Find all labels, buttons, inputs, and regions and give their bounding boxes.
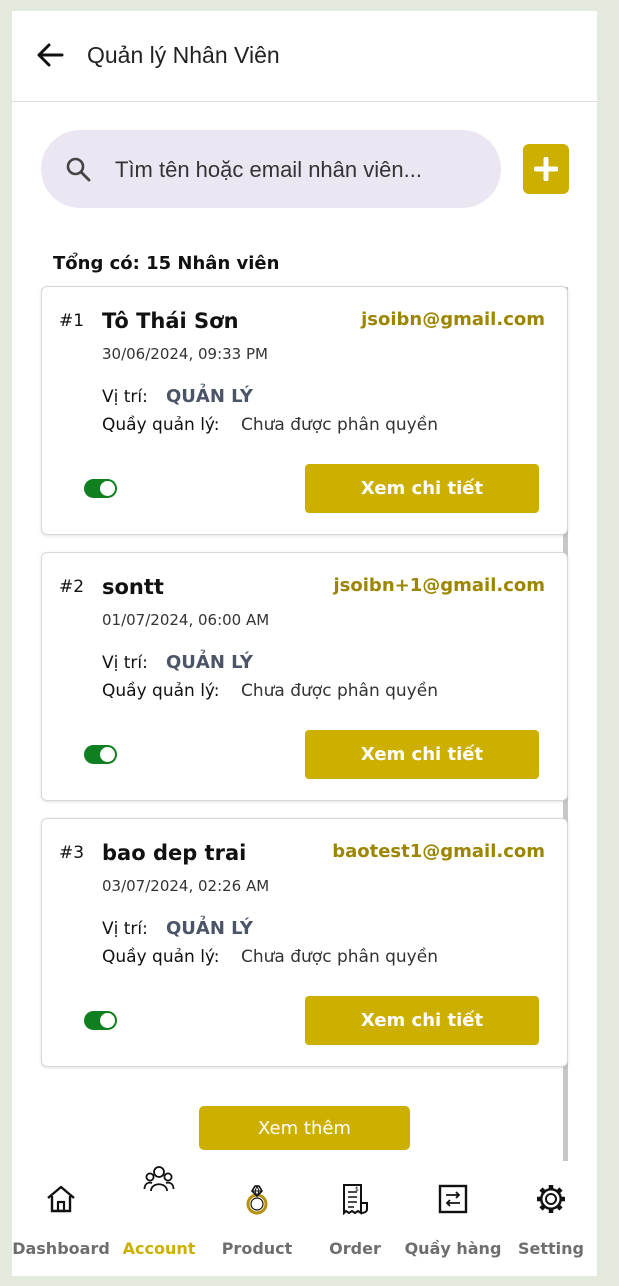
employee-name: sontt	[102, 575, 164, 599]
toggle-knob	[100, 481, 115, 496]
view-detail-button[interactable]: Xem chi tiết	[305, 730, 539, 779]
employee-role: QUẢN LÝ	[166, 386, 253, 407]
employee-card: #2 sontt jsoibn+1@gmail.com 01/07/2024, 06:…	[41, 552, 568, 801]
app-window: Quản lý Nhân Viên Tổng có: 15 Nhân viên …	[12, 11, 597, 1276]
users-icon	[143, 1166, 175, 1192]
employee-index: #3	[59, 843, 85, 863]
active-toggle[interactable]	[84, 745, 117, 764]
toggle-knob	[100, 1013, 115, 1028]
counter-label: Quầy quản lý:	[102, 681, 220, 701]
view-detail-button[interactable]: Xem chi tiết	[305, 464, 539, 513]
employee-created-date: 01/07/2024, 06:00 AM	[102, 611, 270, 629]
nav-item-setting[interactable]: Setting	[502, 1161, 597, 1276]
search-bar[interactable]	[41, 130, 501, 208]
counter-icon	[438, 1184, 468, 1214]
toggle-knob	[100, 747, 115, 762]
role-label: Vị trí:	[102, 387, 148, 407]
nav-item-counter[interactable]: Quầy hàng	[404, 1161, 502, 1276]
receipt-icon: $	[343, 1184, 368, 1215]
gear-icon	[537, 1185, 565, 1213]
search-input[interactable]	[113, 148, 487, 192]
bottom-navigation: Dashboard Account Product $ Order Quầy h…	[12, 1161, 597, 1276]
load-more-button[interactable]: Xem thêm	[199, 1106, 410, 1150]
role-label: Vị trí:	[102, 919, 148, 939]
add-employee-button[interactable]	[523, 144, 569, 194]
employee-role: QUẢN LÝ	[166, 652, 253, 673]
nav-item-account[interactable]: Account	[110, 1161, 208, 1276]
counter-label: Quầy quản lý:	[102, 947, 220, 967]
employee-index: #2	[59, 577, 85, 597]
counter-label: Quầy quản lý:	[102, 415, 220, 435]
svg-text:$: $	[355, 1186, 359, 1193]
employee-card: #3 bao dep trai baotest1@gmail.com 03/07/20…	[41, 818, 568, 1067]
active-toggle[interactable]	[84, 1011, 117, 1030]
employee-count: Tổng có: 15 Nhân viên	[53, 253, 280, 274]
header: Quản lý Nhân Viên	[12, 11, 597, 102]
employee-email[interactable]: jsoibn+1@gmail.com	[334, 575, 545, 596]
plus-icon	[534, 157, 558, 181]
employee-list: #1 Tô Thái Sơn jsoibn@gmail.com 30/06/2024,…	[12, 281, 597, 1176]
nav-item-product[interactable]: Product	[208, 1161, 306, 1276]
employee-role: QUẢN LÝ	[166, 918, 253, 939]
page-title: Quản lý Nhân Viên	[87, 42, 280, 68]
role-label: Vị trí:	[102, 653, 148, 673]
employee-created-date: 30/06/2024, 09:33 PM	[102, 345, 268, 363]
active-toggle[interactable]	[84, 479, 117, 498]
home-icon	[47, 1185, 75, 1213]
ring-icon	[246, 1184, 268, 1215]
nav-item-order[interactable]: $ Order	[306, 1161, 404, 1276]
employee-counter: Chưa được phân quyền	[241, 415, 438, 435]
employee-name: Tô Thái Sơn	[102, 309, 239, 333]
employee-counter: Chưa được phân quyền	[241, 947, 438, 967]
employee-email[interactable]: baotest1@gmail.com	[332, 841, 545, 862]
employee-index: #1	[59, 311, 85, 331]
employee-card: #1 Tô Thái Sơn jsoibn@gmail.com 30/06/2024,…	[41, 286, 568, 535]
back-arrow-icon[interactable]	[36, 41, 64, 69]
view-detail-button[interactable]: Xem chi tiết	[305, 996, 539, 1045]
nav-label-setting: Setting	[518, 1239, 584, 1258]
employee-name: bao dep trai	[102, 841, 247, 865]
employee-counter: Chưa được phân quyền	[241, 681, 438, 701]
nav-item-dashboard[interactable]: Dashboard	[12, 1161, 110, 1276]
employee-email[interactable]: jsoibn@gmail.com	[361, 309, 545, 330]
search-icon	[66, 157, 91, 182]
employee-created-date: 03/07/2024, 02:26 AM	[102, 877, 270, 895]
